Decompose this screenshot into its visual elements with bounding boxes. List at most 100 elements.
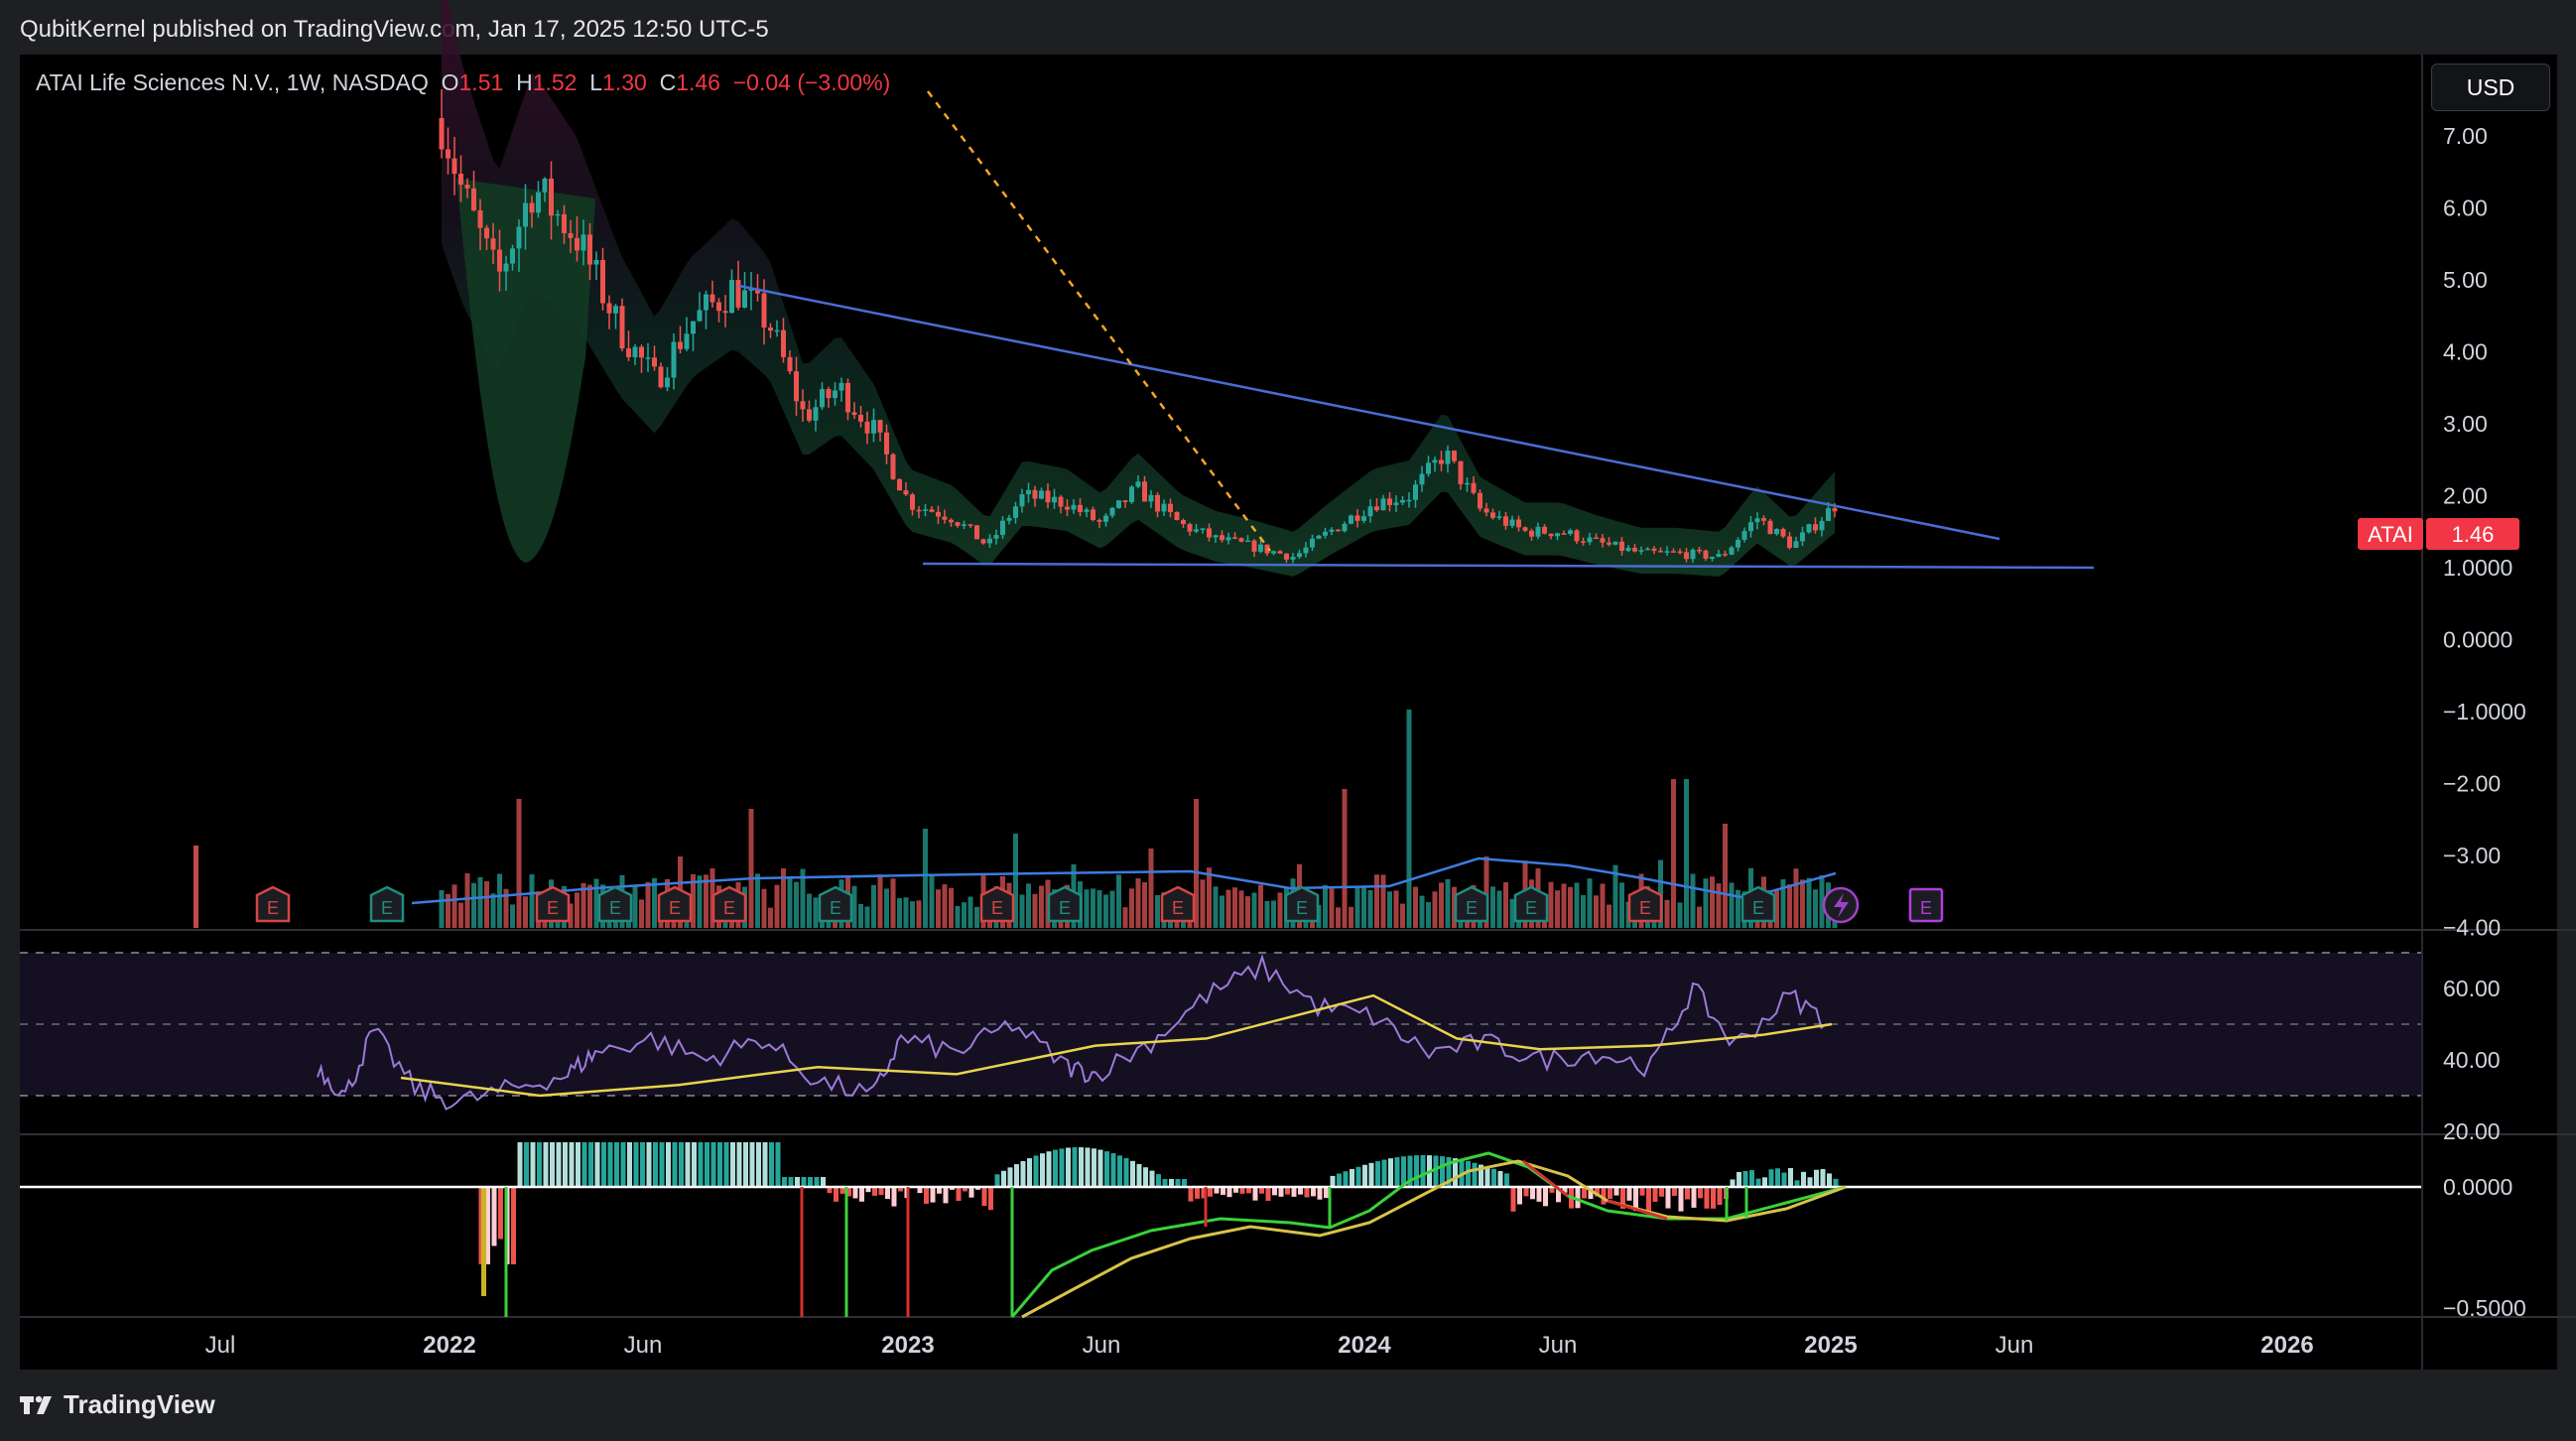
volume-bar <box>1600 883 1606 928</box>
macd-bar <box>1007 1167 1013 1187</box>
macd-bar <box>705 1142 709 1187</box>
macd-bar <box>1020 1160 1026 1187</box>
candle-body <box>555 213 561 216</box>
volume-bar <box>490 893 496 928</box>
volume-bar <box>1361 886 1366 928</box>
tradingview-logo[interactable]: TradingView <box>20 1389 215 1420</box>
macd-bar <box>775 1142 781 1187</box>
volume-bar <box>864 906 870 928</box>
candle-body <box>955 522 961 526</box>
macd-bar <box>1543 1187 1548 1207</box>
candle-body <box>774 329 780 332</box>
macd-bar <box>1046 1151 1052 1187</box>
candle-body <box>1091 509 1095 521</box>
macd-bar <box>1304 1187 1310 1198</box>
macd-bar <box>782 1177 787 1187</box>
candle-body <box>1220 535 1224 541</box>
price-tick-label: 5.00 <box>2443 267 2488 293</box>
candle-body <box>1393 502 1399 505</box>
candle-body <box>1452 451 1457 461</box>
candle-body <box>729 280 734 314</box>
candle-body <box>1490 512 1495 518</box>
volume-bar <box>1148 849 1154 928</box>
candle-body <box>606 303 612 314</box>
candle-body <box>1741 531 1747 540</box>
volume-bar <box>761 888 767 928</box>
candle-body <box>1052 496 1057 503</box>
volume-bar <box>871 884 876 928</box>
candle-body <box>1135 481 1141 487</box>
macd-bar <box>633 1142 639 1187</box>
macd-bar <box>1523 1187 1529 1197</box>
macd-bar <box>1149 1170 1155 1187</box>
volume-bar <box>910 901 915 928</box>
volume-bar <box>1723 824 1728 928</box>
time-tick-label: 2023 <box>881 1332 934 1359</box>
price-tick-label: 7.00 <box>2443 123 2488 149</box>
macd-bar <box>1350 1168 1354 1187</box>
macd-bar <box>1685 1187 1690 1200</box>
macd-bar <box>1136 1163 1142 1187</box>
time-tick-label: Jun <box>624 1332 663 1359</box>
volume-bar <box>1690 873 1696 928</box>
candle-body <box>722 311 728 314</box>
tradingview-icon <box>20 1395 52 1414</box>
candle-body <box>1019 494 1025 507</box>
macd-bar <box>710 1142 716 1187</box>
candle-body <box>1329 529 1335 532</box>
macd-bar <box>607 1142 613 1187</box>
candle-body <box>1006 517 1012 521</box>
macd-bar <box>601 1142 606 1187</box>
chart-canvas[interactable]: E E E E E E E E E E E E E E E E 7.00 6.00 5.00 4.00 3.00 2.0… <box>0 0 2576 1441</box>
candle-body <box>987 538 992 544</box>
volume-bar <box>1703 878 1709 928</box>
candle-body <box>1555 533 1560 537</box>
price-tick-label: −3.00 <box>2443 843 2501 868</box>
volume-bar <box>1213 886 1219 928</box>
candle-body <box>503 263 509 272</box>
macd-bar <box>1368 1162 1374 1187</box>
candle-body <box>1529 530 1534 537</box>
volume-bar <box>516 799 522 928</box>
volume-bar <box>1548 881 1554 928</box>
volume-bar <box>1329 888 1335 928</box>
volume-bar <box>1716 883 1722 928</box>
volume-bar <box>697 875 703 928</box>
macd-bar <box>1484 1166 1490 1187</box>
candle-body <box>1522 527 1528 531</box>
candle-body <box>781 329 786 357</box>
open-value: 1.51 <box>458 69 504 95</box>
ohlc-legend[interactable]: ATAI Life Sciences N.V., 1W, NASDAQ O1.5… <box>36 69 890 96</box>
volume-bar <box>1684 779 1689 928</box>
macd-bar <box>491 1187 497 1246</box>
volume-bar <box>439 889 445 928</box>
macd-bar <box>821 1177 826 1187</box>
candle-body <box>523 202 528 227</box>
macd-bar <box>1001 1170 1006 1187</box>
volume-bar <box>193 846 198 928</box>
volume-bar <box>575 892 580 928</box>
currency-button[interactable]: USD <box>2431 64 2550 111</box>
candle-body <box>1277 551 1283 554</box>
volume-bar <box>1426 901 1431 928</box>
macd-bar <box>872 1187 877 1196</box>
volume-bar <box>884 888 889 928</box>
candle-body <box>587 234 592 265</box>
candle-body <box>1058 496 1064 507</box>
candle-body <box>1787 536 1792 549</box>
macd-bar <box>1672 1187 1677 1196</box>
candle-body <box>529 202 535 213</box>
macd-bar <box>524 1142 529 1187</box>
candle-body <box>903 490 909 495</box>
candle-body <box>910 494 915 510</box>
candle-body <box>1109 507 1115 516</box>
candle-body <box>1612 541 1618 545</box>
candle-body <box>1677 551 1683 554</box>
macd-bar <box>1330 1175 1336 1187</box>
volume-bar <box>949 887 954 928</box>
volume-bar <box>587 884 592 928</box>
macd-bar <box>808 1177 813 1187</box>
macd-bar <box>685 1142 691 1187</box>
macd-bar <box>698 1142 704 1187</box>
candle-body <box>1161 503 1167 512</box>
